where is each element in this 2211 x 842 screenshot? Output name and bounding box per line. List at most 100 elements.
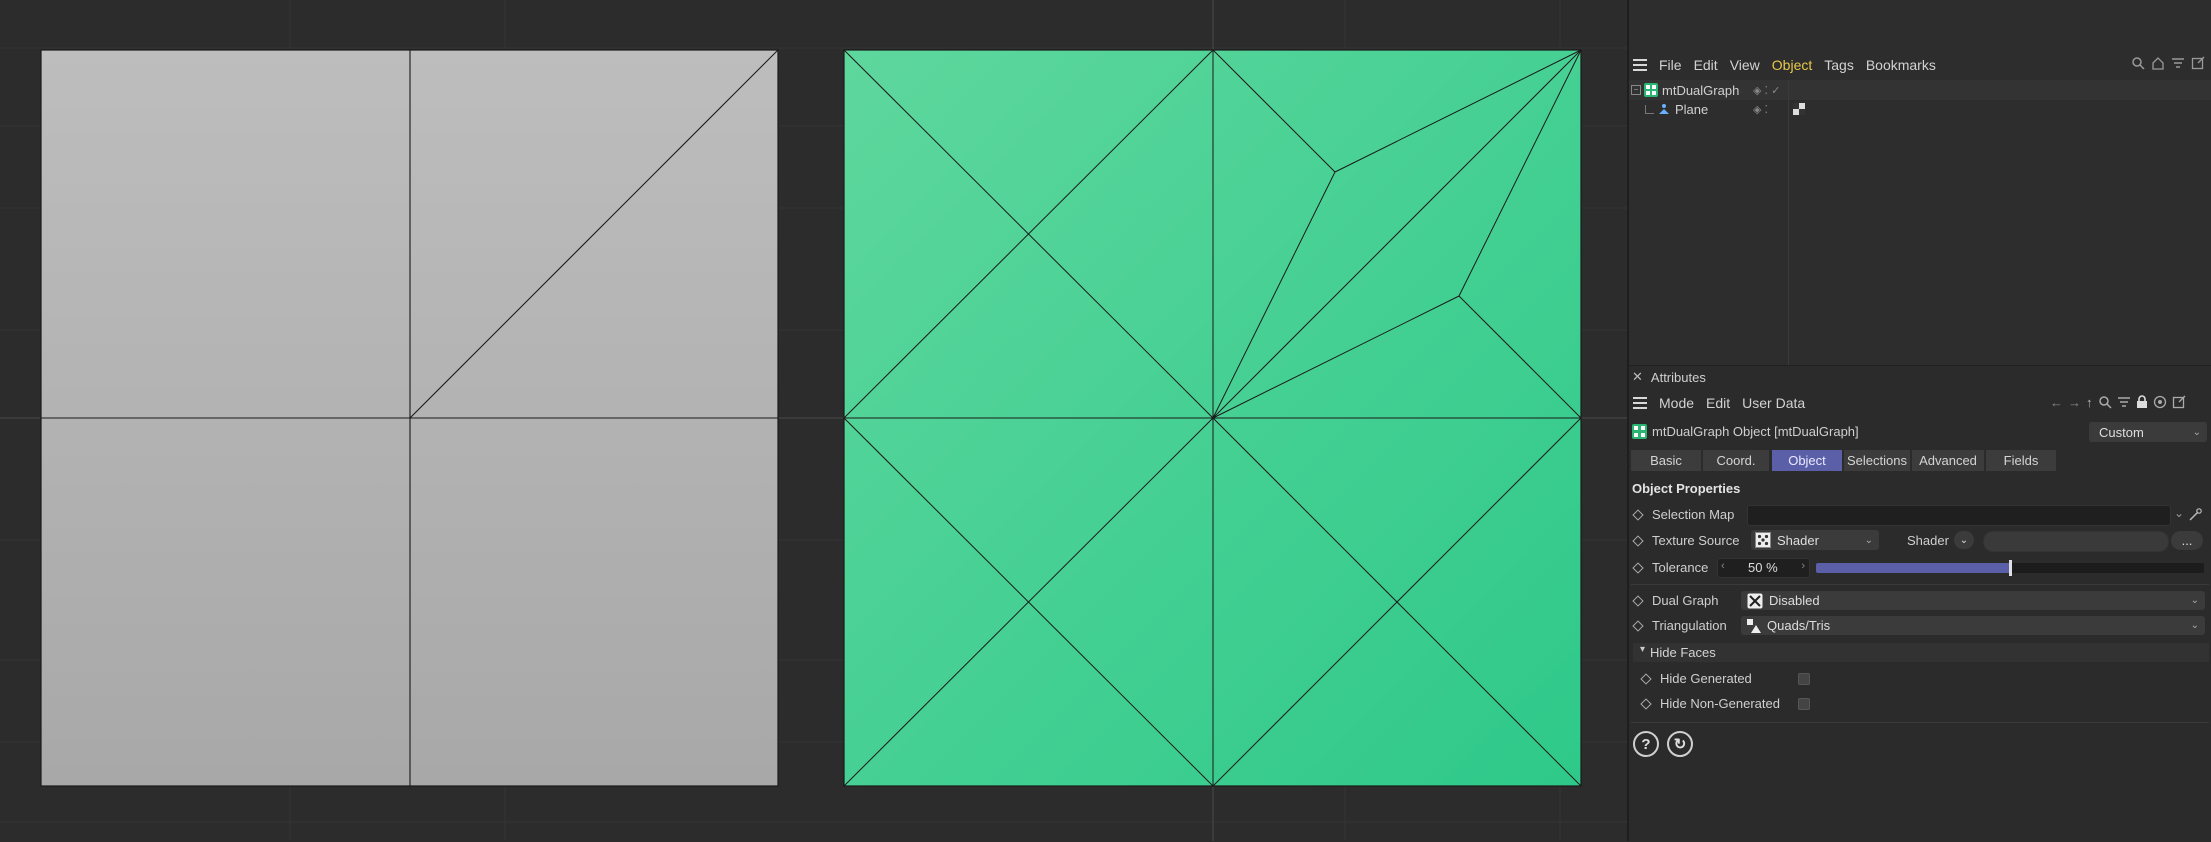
object-manager-menubar: File Edit View Object Tags Bookmarks	[1633, 52, 1948, 78]
tab-selections[interactable]: Selections	[1844, 450, 1910, 471]
triangulation-value: Quads/Tris	[1767, 618, 1831, 633]
separator	[1631, 722, 2209, 723]
tab-coord[interactable]: Coord.	[1703, 450, 1769, 471]
cross-icon	[1747, 593, 1763, 608]
pick-icon[interactable]	[2188, 508, 2202, 522]
object-manager-toolbar	[2131, 56, 2205, 70]
tree-item-label: Plane	[1675, 101, 1709, 117]
lock-icon[interactable]	[2136, 395, 2148, 409]
visibility-dots-icon[interactable]: ⁚	[1765, 84, 1769, 97]
menu-mode[interactable]: Mode	[1659, 395, 1694, 411]
preset-value: Custom	[2099, 424, 2144, 440]
object-title-row: mtDualGraph Object [mtDualGraph]	[1632, 424, 1859, 439]
section-heading: Object Properties	[1632, 481, 1741, 496]
selection-map-row: Selection Map	[1632, 507, 1735, 522]
triangulation-dropdown[interactable]: Quads/Tris ⌄	[1741, 616, 2205, 635]
menu-view[interactable]: View	[1730, 57, 1760, 73]
tab-object[interactable]: Object	[1772, 450, 1842, 471]
hide-generated-checkbox[interactable]	[1798, 673, 1810, 685]
visibility-dots-icon[interactable]: ⁚	[1765, 103, 1769, 116]
chevron-down-icon: ⌄	[1864, 534, 1873, 546]
hide-generated-label: Hide Generated	[1660, 671, 1752, 686]
increment-arrow-icon[interactable]: ›	[1801, 560, 1805, 572]
tree-item-mtdualgraph-flags[interactable]: ◈ ⁚ ✓	[1753, 81, 1780, 99]
up-arrow-icon[interactable]: ↑	[2086, 395, 2093, 410]
texture-source-dropdown[interactable]: Shader ⌄	[1751, 530, 1879, 550]
hide-non-generated-label: Hide Non-Generated	[1660, 696, 1780, 711]
dual-graph-dropdown[interactable]: Disabled ⌄	[1741, 591, 2205, 610]
help-icon[interactable]: ?	[1633, 731, 1659, 757]
tolerance-label: Tolerance	[1652, 560, 1709, 575]
menu-file[interactable]: File	[1659, 57, 1682, 73]
new-window-icon[interactable]	[2172, 395, 2186, 409]
tab-advanced[interactable]: Advanced	[1912, 450, 1984, 471]
menu-object[interactable]: Object	[1772, 57, 1812, 73]
more-label: ...	[2181, 533, 2193, 548]
tolerance-row: Tolerance	[1632, 560, 1709, 575]
tree-column-divider[interactable]	[1788, 80, 1789, 365]
tolerance-input[interactable]: ‹ 50 % ›	[1717, 558, 1810, 578]
texture-source-label: Texture Source	[1652, 533, 1740, 548]
chevron-down-icon: ⌄	[2190, 620, 2199, 631]
keyframe-diamond-icon[interactable]	[1640, 697, 1652, 710]
enabled-check-icon[interactable]: ✓	[1771, 84, 1780, 97]
filter-icon[interactable]	[2117, 395, 2131, 409]
expand-triangle-icon[interactable]: ▾	[1640, 644, 1645, 655]
chevron-down-icon[interactable]: ⌄	[2174, 506, 2184, 520]
layer-icon[interactable]: ◈	[1753, 84, 1761, 97]
menu-icon[interactable]	[1633, 397, 1647, 409]
layer-icon[interactable]: ◈	[1753, 103, 1761, 116]
close-icon[interactable]: ✕	[1632, 369, 1643, 385]
green-plane-mesh	[843, 49, 1582, 787]
checkerboard-icon[interactable]	[1793, 103, 1805, 115]
tree-connector	[1645, 104, 1654, 114]
mtdualgraph-object-icon	[1632, 424, 1647, 439]
menu-user-data[interactable]: User Data	[1742, 395, 1805, 411]
keyframe-diamond-icon[interactable]	[1632, 619, 1644, 632]
tab-basic[interactable]: Basic	[1631, 450, 1701, 471]
target-icon[interactable]	[2153, 395, 2167, 409]
menu-icon[interactable]	[1633, 59, 1647, 71]
selection-map-field[interactable]	[1747, 505, 2171, 526]
keyframe-diamond-icon[interactable]	[1632, 534, 1644, 547]
attributes-toolbar: ← → ↑	[2050, 395, 2186, 410]
tree-item-mtdualgraph[interactable]: − mtDualGraph	[1631, 81, 1739, 99]
tree-item-plane[interactable]: Plane	[1645, 100, 1708, 118]
dual-graph-label: Dual Graph	[1652, 593, 1719, 608]
chevron-down-icon: ⌄	[2190, 595, 2199, 606]
preset-dropdown[interactable]: Custom ⌄	[2089, 422, 2207, 442]
triangulation-row: Triangulation	[1632, 618, 1727, 633]
tolerance-slider[interactable]	[1816, 560, 2204, 576]
selection-map-label: Selection Map	[1652, 507, 1735, 522]
tolerance-slider-handle[interactable]	[2009, 560, 2012, 576]
shader-more-button[interactable]: ...	[2171, 531, 2203, 550]
reset-icon[interactable]: ↻	[1667, 731, 1693, 757]
menu-edit[interactable]: Edit	[1706, 395, 1730, 411]
filter-icon[interactable]	[2171, 56, 2185, 70]
menu-tags[interactable]: Tags	[1824, 57, 1854, 73]
menu-edit[interactable]: Edit	[1694, 57, 1718, 73]
search-icon[interactable]	[2098, 395, 2112, 409]
keyframe-diamond-icon[interactable]	[1632, 508, 1644, 521]
viewport-canvas[interactable]	[0, 0, 1627, 841]
tab-fields[interactable]: Fields	[1986, 450, 2056, 471]
tree-item-plane-flags[interactable]: ◈ ⁚	[1753, 100, 1768, 118]
menu-bookmarks[interactable]: Bookmarks	[1866, 57, 1936, 73]
dual-graph-value: Disabled	[1769, 593, 1820, 608]
forward-arrow-icon[interactable]: →	[2068, 395, 2081, 410]
shader-options-button[interactable]: ⌄	[1954, 531, 1974, 549]
home-icon[interactable]	[2151, 56, 2165, 70]
keyframe-diamond-icon[interactable]	[1632, 561, 1644, 574]
hide-faces-group-header[interactable]: ▾ Hide Faces	[1633, 643, 2209, 662]
shader-field[interactable]	[1983, 531, 2169, 552]
keyframe-diamond-icon[interactable]	[1640, 672, 1652, 685]
search-icon[interactable]	[2131, 56, 2145, 70]
keyframe-diamond-icon[interactable]	[1632, 594, 1644, 607]
object-title: mtDualGraph Object [mtDualGraph]	[1652, 424, 1859, 439]
back-arrow-icon[interactable]: ←	[2050, 395, 2063, 410]
decrement-arrow-icon[interactable]: ‹	[1721, 560, 1725, 572]
3d-viewport[interactable]	[0, 0, 1627, 841]
collapse-toggle-icon[interactable]: −	[1631, 85, 1641, 95]
hide-non-generated-checkbox[interactable]	[1798, 698, 1810, 710]
new-window-icon[interactable]	[2191, 56, 2205, 70]
